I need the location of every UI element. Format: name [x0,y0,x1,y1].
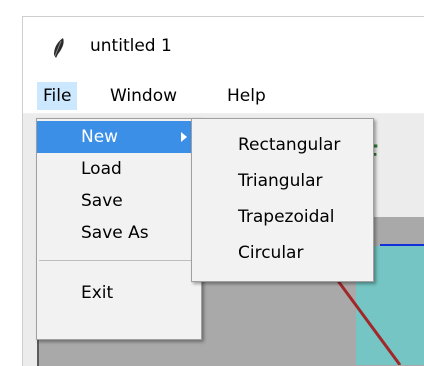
menu-window[interactable]: Window [104,82,183,110]
menu-item-new[interactable]: New [37,121,201,153]
window-title: untitled 1 [90,36,172,56]
feather-icon [54,38,64,58]
red-line [330,270,402,365]
menu-item-save[interactable]: Save [37,185,201,217]
file-menu: New Load Save Save As Exit [36,118,202,340]
menu-item-label: Circular [238,243,304,263]
menu-item-label: Save [81,191,123,211]
menu-item-label: Rectangular [238,135,341,155]
menu-item-label: Triangular [238,171,323,191]
title-bar [23,17,424,79]
menu-help[interactable]: Help [221,82,272,110]
submenu-item-circular[interactable]: Circular [192,237,373,269]
submenu-item-rectangular[interactable]: Rectangular [192,129,373,161]
menu-separator [39,260,199,261]
menu-item-label: Load [81,159,122,179]
menu-file[interactable]: File [37,82,78,110]
menu-item-label: Trapezoidal [238,207,335,227]
menu-item-label: Exit [81,283,114,303]
menu-item-label: Save As [81,223,149,243]
chevron-right-icon [181,132,187,142]
menu-item-save-as[interactable]: Save As [37,217,201,249]
submenu-item-trapezoidal[interactable]: Trapezoidal [192,201,373,233]
new-submenu: Rectangular Triangular Trapezoidal Circu… [191,118,374,282]
menu-item-exit[interactable]: Exit [37,277,201,309]
menu-item-label: New [81,127,119,147]
menu-item-load[interactable]: Load [37,153,201,185]
submenu-item-triangular[interactable]: Triangular [192,165,373,197]
